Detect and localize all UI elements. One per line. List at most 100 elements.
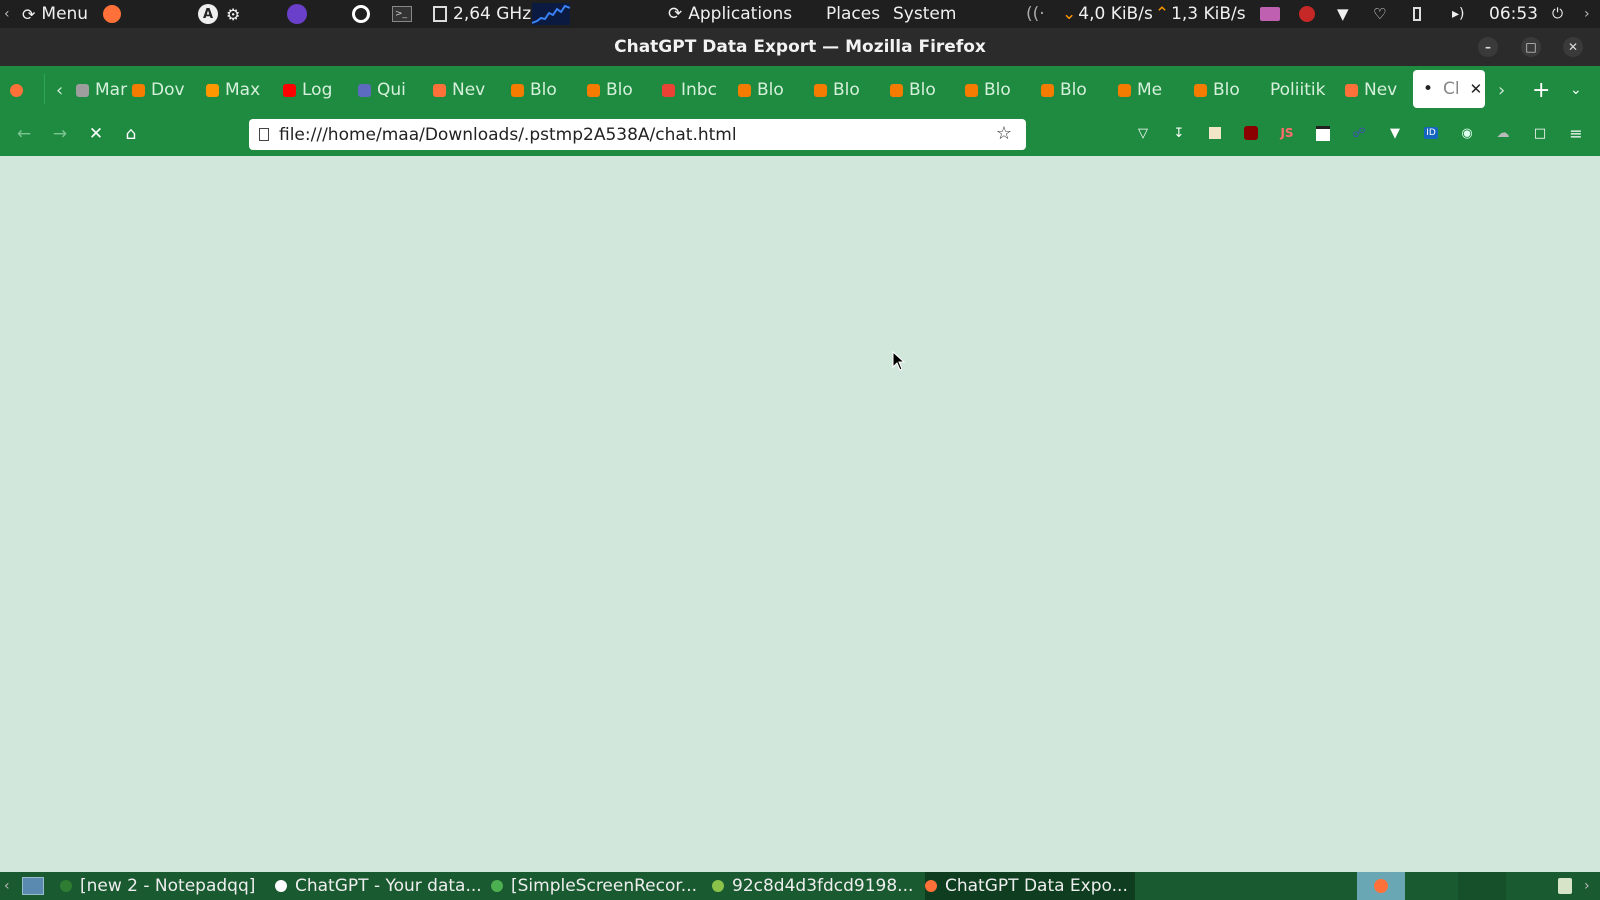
font-tool-icon[interactable]: A — [198, 0, 218, 28]
firefox-view-button[interactable] — [10, 74, 32, 106]
active-tab[interactable]: • Cl ✕ — [1413, 70, 1485, 108]
browser-tab[interactable]: Me — [1118, 74, 1176, 106]
wifi-icon[interactable]: ▼ — [1337, 0, 1349, 28]
podcast-app-icon[interactable] — [287, 0, 307, 28]
stop-loading-button[interactable]: ✕ — [82, 120, 110, 148]
bookmark-star-icon[interactable]: ☆ — [996, 123, 1012, 144]
firefox-icon — [1374, 879, 1388, 893]
places-menu[interactable]: Places — [826, 0, 880, 28]
cpu-freq-value: 2,64 GHz — [453, 4, 532, 24]
forward-button[interactable]: → — [46, 120, 74, 148]
tab-favicon-icon — [738, 83, 751, 97]
tab-favicon-icon — [1118, 83, 1131, 97]
new-tab-button[interactable]: + — [1532, 74, 1550, 106]
browser-tab[interactable]: Blo — [1194, 74, 1252, 106]
calendar-extension-icon[interactable] — [1314, 124, 1332, 142]
pocket-icon[interactable]: ▽ — [1134, 124, 1152, 142]
taskbar-window-button[interactable]: [new 2 - Notepadqq] — [60, 872, 260, 900]
tab-favicon-icon — [587, 83, 600, 97]
tab-label: Nev — [1364, 80, 1398, 100]
home-button[interactable]: ⌂ — [117, 120, 145, 148]
opera-launcher-icon[interactable] — [352, 0, 370, 28]
globe-extension-icon[interactable]: ◉ — [1458, 124, 1476, 142]
taskbar-window-button[interactable]: ChatGPT - Your data... — [275, 872, 485, 900]
maximize-button[interactable]: □ — [1521, 37, 1541, 57]
terminal-launcher-icon[interactable]: >_ — [392, 0, 412, 28]
browser-tab[interactable]: Log — [283, 74, 341, 106]
cloud-extension-icon[interactable]: ☁ — [1494, 124, 1512, 142]
url-text[interactable]: file:///home/maa/Downloads/.pstmp2A538A/… — [279, 125, 737, 145]
link-extension-icon[interactable]: ☍ — [1350, 124, 1368, 142]
volume-icon[interactable]: ▸) — [1452, 0, 1465, 28]
applications-menu[interactable]: ⟳ Applications — [668, 0, 792, 28]
tabs-scroll-right-button[interactable]: › — [1498, 74, 1505, 106]
notifications-bell-icon[interactable]: ♡ — [1373, 0, 1386, 28]
workspace-switcher[interactable] — [1458, 872, 1506, 900]
browser-tab[interactable]: Blo — [738, 74, 796, 106]
tabs-scroll-left-button[interactable]: ‹ — [56, 74, 70, 106]
extensions-puzzle-icon[interactable]: □ — [1531, 124, 1549, 142]
network-speed-applet[interactable]: ⌄ 4,0 KiB/s ⌃ 1,3 KiB/s — [1062, 0, 1246, 28]
system-monitor-graph[interactable] — [532, 0, 570, 28]
close-window-button[interactable]: ✕ — [1563, 37, 1583, 57]
firefox-launcher-icon[interactable] — [103, 0, 121, 28]
taskbar-item-label: [new 2 - Notepadqq] — [80, 876, 256, 896]
settings-gears-icon[interactable]: ⚙ — [226, 0, 240, 28]
taskbar-item-label: 92c8d4d3fdcd9198... — [732, 876, 914, 896]
tab-label: Qui — [377, 80, 406, 100]
panel-scroll-left-icon[interactable]: ‹ — [4, 0, 10, 28]
panel-scroll-right-icon[interactable]: › — [1584, 0, 1590, 28]
browser-tab[interactable]: Blo — [814, 74, 872, 106]
taskbar-scroll-right-icon[interactable]: › — [1584, 872, 1590, 900]
taskbar-window-button[interactable]: [SimpleScreenRecor... — [491, 872, 701, 900]
tab-label: Blo — [1213, 80, 1240, 100]
window-titlebar[interactable]: ChatGPT Data Export — Mozilla Firefox – … — [0, 28, 1600, 66]
minimize-button[interactable]: – — [1478, 37, 1498, 57]
cpu-freq-applet[interactable]: 2,64 GHz — [433, 0, 531, 28]
close-tab-icon[interactable]: ✕ — [1470, 80, 1483, 98]
browser-tab[interactable]: Mar — [76, 74, 134, 106]
taskbar-scroll-left-icon[interactable]: ‹ — [4, 872, 10, 900]
workspace-switcher-active[interactable] — [1357, 872, 1405, 900]
taskbar-window-button[interactable]: ChatGPT Data Expo... — [925, 872, 1135, 900]
browser-tab[interactable]: Poliitik — [1270, 74, 1336, 106]
list-all-tabs-button[interactable]: ⌄ — [1570, 74, 1582, 106]
trash-icon[interactable] — [1558, 872, 1572, 900]
firefox-icon — [925, 880, 937, 892]
back-button[interactable]: ← — [10, 120, 38, 148]
mint-logo-icon: ⟳ — [22, 4, 36, 24]
menu-button[interactable]: ⟳ Menu — [22, 0, 88, 28]
recorder-tray-icon[interactable] — [1299, 0, 1315, 28]
browser-tab[interactable]: Nev — [433, 74, 491, 106]
javascript-toggle-icon[interactable]: JS — [1278, 124, 1296, 142]
system-menu[interactable]: System — [893, 0, 956, 28]
browser-tab[interactable]: Blo — [511, 74, 569, 106]
browser-tab[interactable]: Blo — [965, 74, 1023, 106]
browser-tab[interactable]: Inbc — [662, 74, 720, 106]
id-extension-icon[interactable]: ID — [1422, 124, 1440, 142]
tab-label: Inbc — [681, 80, 717, 100]
browser-tab[interactable]: Blo — [587, 74, 645, 106]
power-icon[interactable]: ⏻ — [1552, 0, 1563, 28]
ublock-origin-icon[interactable] — [1242, 124, 1260, 142]
active-tab-label: Cl — [1443, 79, 1460, 99]
browser-tab[interactable]: Max — [206, 74, 264, 106]
browser-tab[interactable]: Blo — [1041, 74, 1099, 106]
browser-tab[interactable]: Dov — [132, 74, 190, 106]
extension-clipboard-icon[interactable] — [1206, 124, 1224, 142]
show-desktop-button[interactable] — [22, 872, 44, 900]
clock[interactable]: 06:53 — [1489, 0, 1538, 28]
browser-tab[interactable]: Nev — [1345, 74, 1403, 106]
tab-label: Max — [225, 80, 261, 100]
tab-favicon-icon — [511, 83, 524, 97]
audio-visualizer-icon[interactable] — [1260, 0, 1280, 28]
battery-icon[interactable] — [1413, 0, 1421, 28]
filter-extension-icon[interactable]: ▼ — [1386, 124, 1404, 142]
url-bar[interactable]: file:///home/maa/Downloads/.pstmp2A538A/… — [249, 119, 1026, 150]
browser-tab[interactable]: Qui — [358, 74, 416, 106]
downloads-icon[interactable]: ↧ — [1170, 124, 1188, 142]
browser-tab[interactable]: Blo — [890, 74, 948, 106]
hamburger-menu-icon[interactable]: ≡ — [1567, 124, 1585, 143]
tab-favicon-icon — [283, 83, 296, 97]
taskbar-window-button[interactable]: 92c8d4d3fdcd9198... — [712, 872, 917, 900]
